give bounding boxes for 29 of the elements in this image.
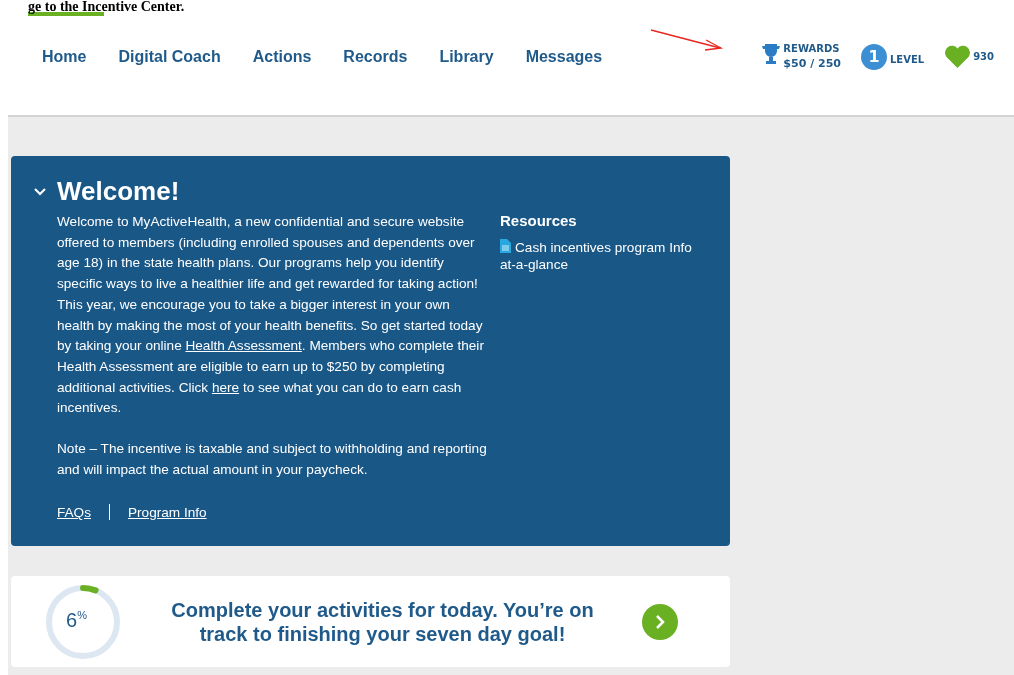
level-label: LEVEL [889,54,925,65]
rewards-label: REWARDS [783,43,841,54]
trophy-icon [761,43,782,67]
chevron-right-icon [654,613,666,630]
welcome-title: Welcome! [57,176,180,207]
nav-link[interactable]: Actions [252,47,312,66]
health-assessment-link[interactable]: Health Assessment [185,338,302,354]
footer-link[interactable]: FAQs [57,504,91,520]
rewards-value: $50 / 250 [783,57,841,70]
resources-heading: Resources [500,212,578,229]
heart-icon [944,44,972,69]
document-icon [500,239,511,253]
resource-link[interactable]: Cash incentives program Info at-a-glance [500,239,710,273]
caption-text: ge to the Incentive Center. [28,0,186,14]
nav-link[interactable]: Home [42,47,87,66]
progress-percent: 6$^{%}$ [66,608,87,632]
next-button[interactable] [642,603,678,640]
points-count: 930 [973,51,994,62]
chevron-icon[interactable] [33,186,47,197]
footer-link[interactable]: Program Info [128,504,207,520]
note-paragraph: Note – The incentive is taxable and subject to withholding and reporting and will impact the actual amount in your paycheck. [57,440,488,479]
level-badge: 1 [860,43,887,70]
nav-link[interactable]: Records [343,47,408,66]
nav-link[interactable]: Messages [525,47,603,66]
nav-link[interactable]: Library [439,47,494,66]
welcome-paragraph: Welcome to MyActiveHealth, a new confidential and secure website offered to members (including enrolled spouses and dependents over age 18) in the state health plans. Our programs help you identify specific ways to live a healthier life and get rewarded for taking action! This year, we encourage you to take a bigger interest in your own health by making the most of your health benefits. So get started today by taking your online Health Assessment. Members who complete their Health Assessment are eligible to earn up to $250 by completing additional activities. Click here to see what you can do to earn cash incentives. [57,213,485,418]
progress-message: Complete your activities for today. You’re on track to finishing your seven day goal! [170,597,595,646]
here-link[interactable]: here [211,379,240,395]
nav-link[interactable]: Digital Coach [118,47,221,66]
